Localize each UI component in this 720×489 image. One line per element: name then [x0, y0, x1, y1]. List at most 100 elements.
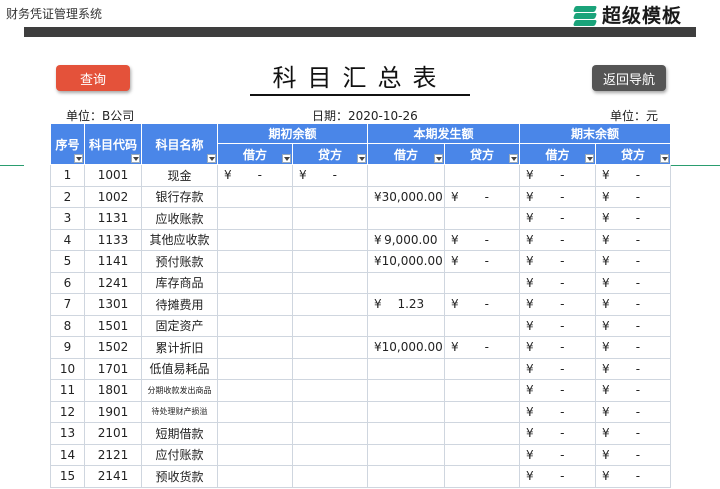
cell-code[interactable]: 1141 — [84, 250, 142, 273]
cell-closing-credit[interactable]: ¥ - — [595, 400, 672, 423]
cell-opening-debit[interactable] — [217, 379, 293, 402]
cell-current-credit[interactable] — [444, 164, 521, 187]
cell-code[interactable]: 2141 — [84, 465, 142, 488]
col-header-current-debit[interactable]: 借方 — [367, 143, 446, 165]
cell-current-credit[interactable] — [444, 207, 521, 230]
cell-opening-debit[interactable] — [217, 293, 293, 316]
cell-name[interactable]: 短期借款 — [141, 422, 218, 445]
col-header-closing-debit[interactable]: 借方 — [519, 143, 597, 165]
cell-closing-debit[interactable]: ¥ - — [519, 185, 597, 208]
cell-closing-credit[interactable]: ¥ - — [595, 207, 672, 230]
cell-closing-credit[interactable]: ¥ - — [595, 271, 672, 294]
cell-seq[interactable]: 14 — [50, 443, 85, 466]
cell-closing-debit[interactable]: ¥ - — [519, 207, 597, 230]
cell-name[interactable]: 应收账款 — [141, 207, 218, 230]
cell-opening-debit[interactable]: ¥ - — [217, 164, 293, 187]
cell-opening-credit[interactable] — [291, 207, 369, 230]
cell-opening-debit[interactable] — [217, 357, 293, 380]
cell-seq[interactable]: 7 — [50, 293, 85, 316]
cell-seq[interactable]: 2 — [50, 185, 85, 208]
col-header-current-credit[interactable]: 贷方 — [444, 143, 521, 165]
cell-name[interactable]: 库存商品 — [141, 271, 218, 294]
cell-current-credit[interactable] — [444, 379, 521, 402]
cell-closing-debit[interactable]: ¥ - — [519, 422, 597, 445]
cell-opening-credit[interactable] — [291, 422, 369, 445]
cell-closing-credit[interactable]: ¥ - — [595, 228, 672, 251]
col-header-opening-credit[interactable]: 贷方 — [291, 143, 369, 165]
cell-closing-debit[interactable]: ¥ - — [519, 357, 597, 380]
cell-seq[interactable]: 10 — [50, 357, 85, 380]
cell-current-credit[interactable]: ¥ - — [444, 336, 521, 359]
cell-opening-debit[interactable] — [217, 400, 293, 423]
cell-current-credit[interactable]: ¥ - — [444, 228, 521, 251]
cell-opening-credit[interactable] — [291, 293, 369, 316]
cell-current-credit[interactable] — [444, 400, 521, 423]
cell-current-credit[interactable] — [444, 271, 521, 294]
cell-closing-credit[interactable]: ¥ - — [595, 164, 672, 187]
cell-seq[interactable]: 4 — [50, 228, 85, 251]
cell-opening-credit[interactable] — [291, 336, 369, 359]
cell-current-debit[interactable] — [367, 164, 446, 187]
cell-closing-credit[interactable]: ¥ - — [595, 250, 672, 273]
cell-name[interactable]: 累计折旧 — [141, 336, 218, 359]
cell-opening-debit[interactable] — [217, 250, 293, 273]
cell-opening-credit[interactable] — [291, 357, 369, 380]
cell-seq[interactable]: 6 — [50, 271, 85, 294]
cell-current-debit[interactable]: ¥10,000.00 — [367, 336, 446, 359]
filter-dropdown-icon[interactable] — [585, 154, 595, 163]
cell-code[interactable]: 1001 — [84, 164, 142, 187]
cell-opening-debit[interactable] — [217, 336, 293, 359]
filter-dropdown-icon[interactable] — [282, 154, 291, 163]
cell-current-credit[interactable]: ¥ - — [444, 185, 521, 208]
cell-current-debit[interactable]: ¥10,000.00 — [367, 250, 446, 273]
cell-code[interactable]: 1241 — [84, 271, 142, 294]
cell-opening-credit[interactable]: ¥ - — [291, 164, 369, 187]
cell-opening-debit[interactable] — [217, 443, 293, 466]
cell-closing-credit[interactable]: ¥ - — [595, 422, 672, 445]
cell-opening-debit[interactable] — [217, 185, 293, 208]
cell-closing-debit[interactable]: ¥ - — [519, 271, 597, 294]
cell-name[interactable]: 低值易耗品 — [141, 357, 218, 380]
cell-current-debit[interactable] — [367, 465, 446, 488]
cell-seq[interactable]: 15 — [50, 465, 85, 488]
cell-current-debit[interactable]: ¥30,000.00 — [367, 185, 446, 208]
cell-name[interactable]: 应付账款 — [141, 443, 218, 466]
cell-closing-credit[interactable]: ¥ - — [595, 185, 672, 208]
cell-name[interactable]: 固定资产 — [141, 314, 218, 337]
cell-opening-credit[interactable] — [291, 465, 369, 488]
cell-code[interactable]: 1131 — [84, 207, 142, 230]
cell-current-credit[interactable]: ¥ - — [444, 250, 521, 273]
cell-current-debit[interactable] — [367, 314, 446, 337]
cell-opening-credit[interactable] — [291, 228, 369, 251]
cell-closing-debit[interactable]: ¥ - — [519, 465, 597, 488]
cell-opening-credit[interactable] — [291, 250, 369, 273]
cell-opening-credit[interactable] — [291, 271, 369, 294]
cell-code[interactable]: 2101 — [84, 422, 142, 445]
col-header-opening-debit[interactable]: 借方 — [217, 143, 293, 165]
back-to-nav-button[interactable]: 返回导航 — [592, 65, 666, 91]
filter-dropdown-icon[interactable] — [434, 154, 444, 163]
cell-seq[interactable]: 1 — [50, 164, 85, 187]
filter-dropdown-icon[interactable] — [207, 154, 216, 163]
cell-name[interactable]: 预收货款 — [141, 465, 218, 488]
cell-name[interactable]: 分期收款发出商品 — [141, 379, 218, 402]
cell-closing-debit[interactable]: ¥ - — [519, 293, 597, 316]
cell-seq[interactable]: 11 — [50, 379, 85, 402]
cell-opening-debit[interactable] — [217, 228, 293, 251]
cell-seq[interactable]: 9 — [50, 336, 85, 359]
cell-closing-debit[interactable]: ¥ - — [519, 164, 597, 187]
cell-current-credit[interactable] — [444, 314, 521, 337]
cell-closing-credit[interactable]: ¥ - — [595, 379, 672, 402]
cell-closing-debit[interactable]: ¥ - — [519, 400, 597, 423]
cell-opening-credit[interactable] — [291, 379, 369, 402]
col-header-seq[interactable]: 序号 — [50, 123, 85, 165]
cell-current-debit[interactable] — [367, 207, 446, 230]
cell-name[interactable]: 其他应收款 — [141, 228, 218, 251]
cell-code[interactable]: 1002 — [84, 185, 142, 208]
cell-current-credit[interactable]: ¥ - — [444, 293, 521, 316]
cell-code[interactable]: 1901 — [84, 400, 142, 423]
query-button[interactable]: 查询 — [56, 65, 130, 91]
cell-seq[interactable]: 5 — [50, 250, 85, 273]
cell-code[interactable]: 1301 — [84, 293, 142, 316]
cell-current-credit[interactable] — [444, 443, 521, 466]
